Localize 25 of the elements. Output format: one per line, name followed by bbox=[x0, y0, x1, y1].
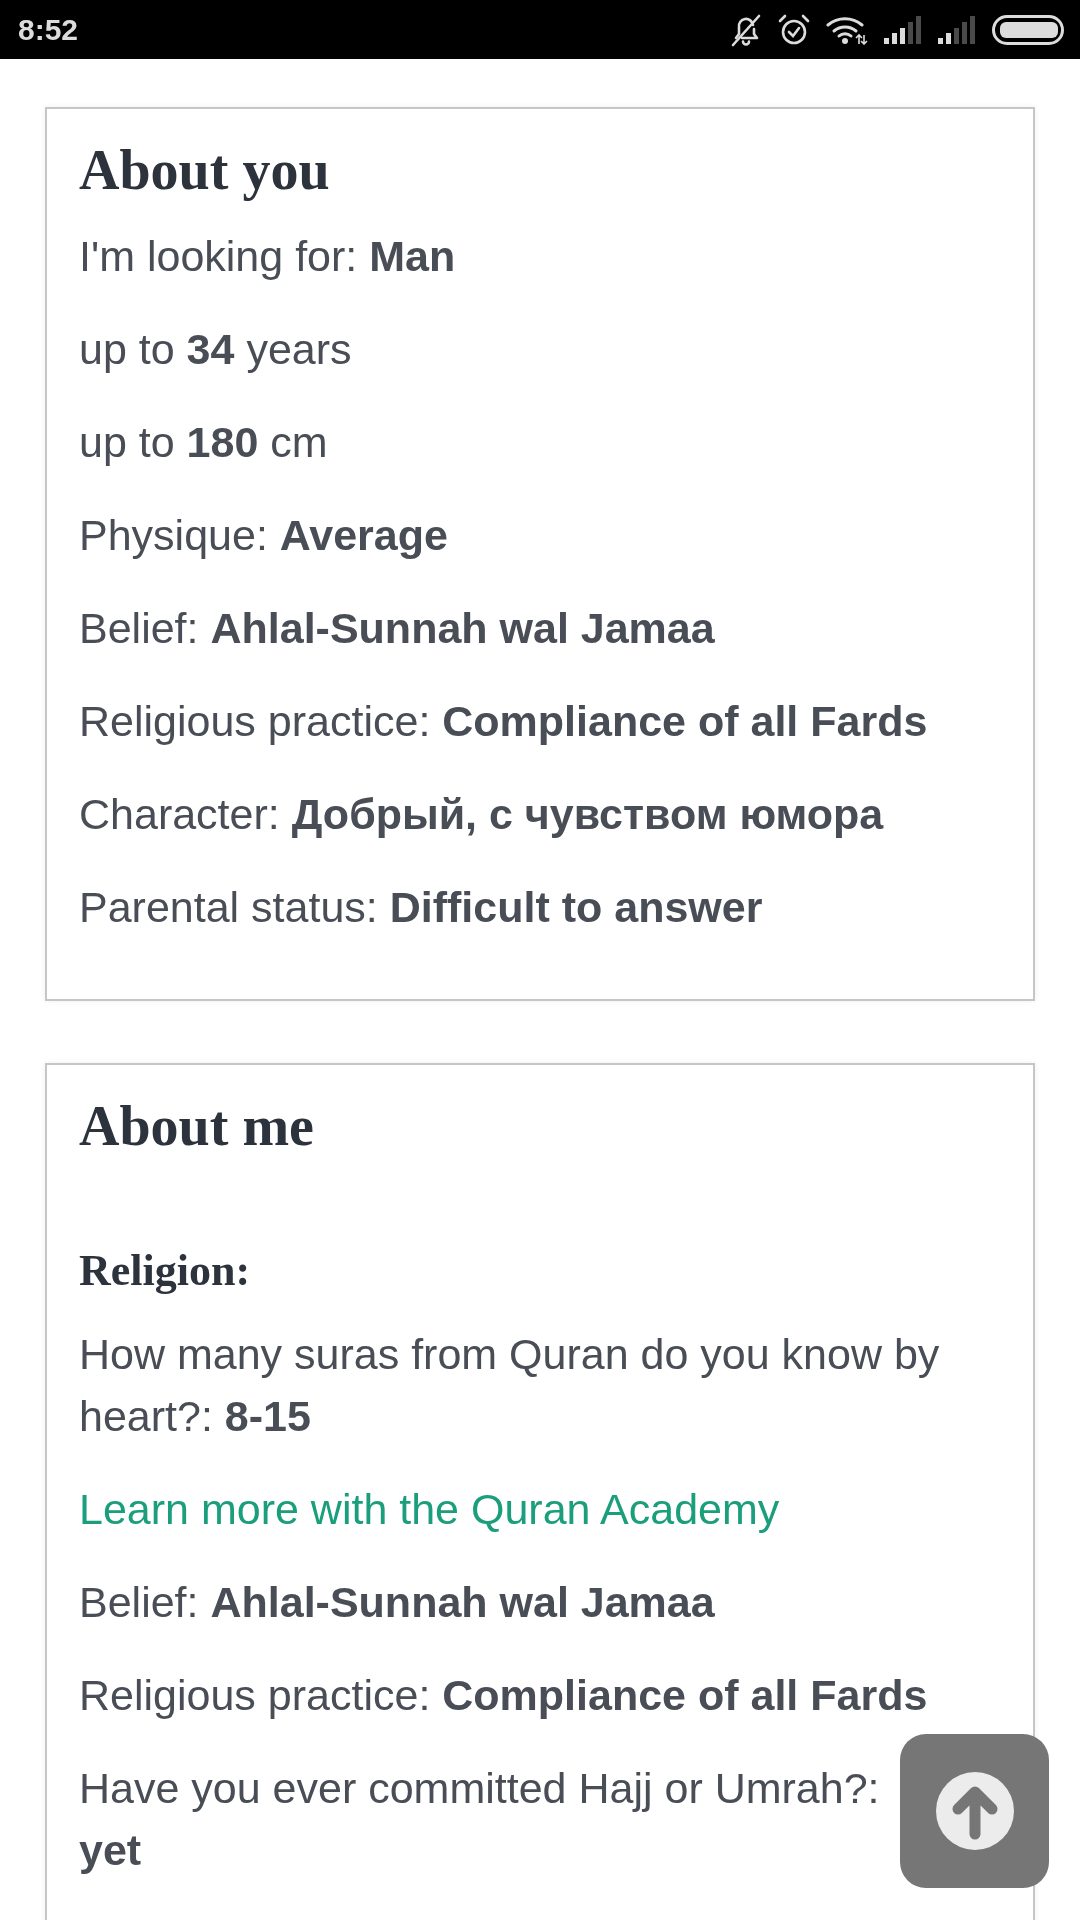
profile-detail-text: up to 34 years bbox=[79, 324, 352, 375]
profile-detail-text: Parental status: Difficult to answer bbox=[79, 882, 763, 933]
profile-detail-text: Belief: Ahlal-Sunnah wal Jamaa bbox=[79, 603, 715, 654]
section-title: About you bbox=[79, 138, 331, 203]
signal-icon bbox=[884, 15, 922, 44]
signal-icon bbox=[938, 15, 976, 44]
alarm-clock-icon bbox=[778, 13, 810, 46]
section-subheading: Religion: bbox=[79, 1245, 251, 1297]
profile-detail-text: up to 180 cm bbox=[79, 417, 328, 468]
profile-detail-text: Physique: Average bbox=[79, 510, 448, 561]
profile-detail-text: Have you ever committed Hajj or Umrah?: yet bbox=[79, 1763, 880, 1876]
profile-detail-text: How many suras from Quran do you know by heart?: 8-15 bbox=[79, 1329, 941, 1442]
profile-detail-text: Character: Добрый, с чувством юмора bbox=[79, 789, 884, 840]
notifications-off-icon bbox=[730, 12, 762, 47]
battery-icon bbox=[992, 14, 1064, 45]
wifi-icon bbox=[826, 14, 868, 45]
profile-detail-text: Belief: Ahlal-Sunnah wal Jamaa bbox=[79, 1577, 715, 1628]
scroll-to-top-button[interactable] bbox=[900, 1734, 1049, 1888]
profile-detail-text: Religious practice: Compliance of all Fards bbox=[79, 1670, 928, 1721]
arrow-up-icon bbox=[935, 1772, 1014, 1850]
status-time: 8:52 bbox=[18, 12, 79, 47]
learn-more-link[interactable]: Learn more with the Quran Academy bbox=[79, 1478, 780, 1540]
profile-detail-text: Religious practice: Compliance of all Fards bbox=[79, 696, 928, 747]
profile-detail-text: I'm looking for: Man bbox=[79, 231, 456, 282]
section-title: About me bbox=[79, 1094, 315, 1159]
